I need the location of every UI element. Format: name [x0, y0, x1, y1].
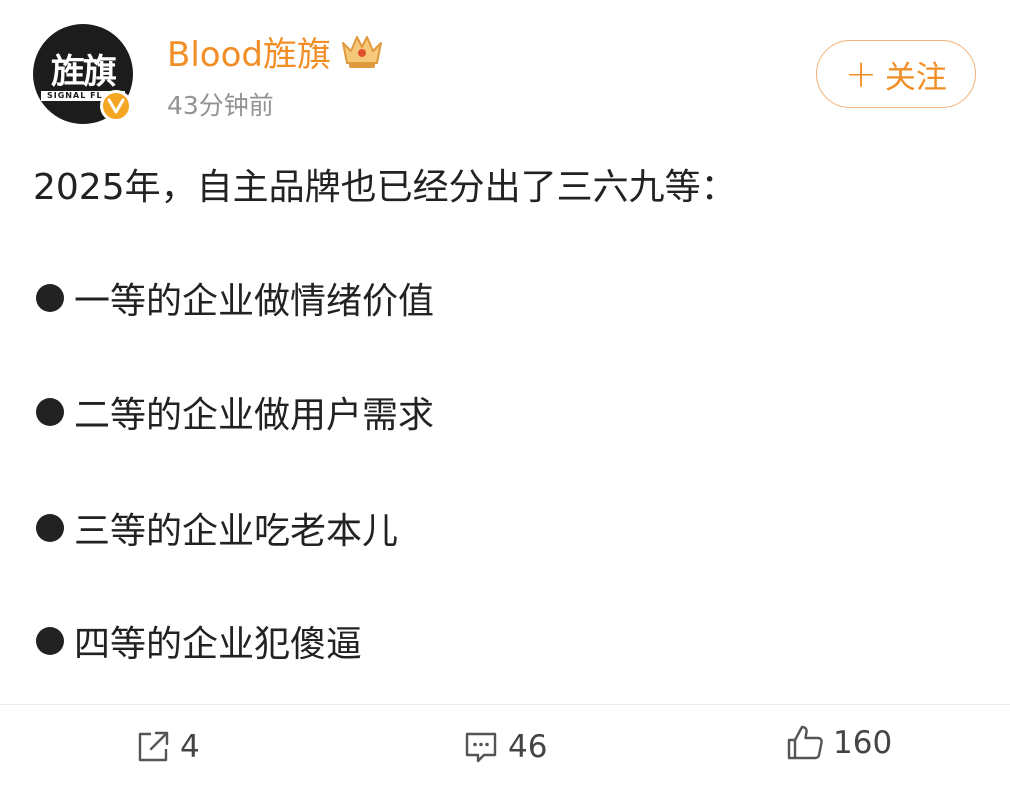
follow-button[interactable]: + 关注 [816, 40, 976, 108]
repost-count: 4 [180, 729, 200, 765]
bullet-dot [36, 627, 64, 655]
avatar-logo-text: 旌旗 [51, 52, 117, 92]
list-item-text: 二等的企业做用户需求 [74, 395, 435, 436]
bullet-dot [36, 514, 64, 542]
crown-icon [339, 31, 385, 71]
verified-badge-icon [100, 90, 132, 122]
plus-icon: + [845, 52, 877, 96]
username-row: Blood旌旗 [167, 27, 385, 75]
share-icon [134, 728, 172, 766]
follow-label: 关注 [884, 59, 947, 96]
list-item: 一等的企业做情绪价值 [36, 272, 434, 324]
bullet-dot [36, 284, 64, 312]
list-item-text: 四等的企业犯傻逼 [74, 624, 363, 665]
list-item-text: 一等的企业做情绪价值 [74, 281, 435, 322]
repost-button[interactable]: 4 [134, 722, 200, 772]
weibo-post: 旌旗 SIGNAL FL Blood旌旗 43分钟前 + 关注 2025年，自主… [0, 0, 1010, 793]
post-intro: 2025年，自主品牌也已经分出了三六九等： [33, 167, 737, 208]
list-item-text: 三等的企业吃老本儿 [74, 511, 399, 552]
list-item: 四等的企业犯傻逼 [36, 615, 362, 667]
comment-count: 46 [508, 729, 548, 765]
comment-icon [462, 728, 500, 766]
thumbs-up-icon [785, 723, 825, 763]
list-item: 三等的企业吃老本儿 [36, 502, 398, 554]
comment-button[interactable]: 46 [462, 722, 547, 772]
post-timestamp: 43分钟前 [167, 91, 274, 120]
like-button[interactable]: 160 [785, 718, 892, 768]
list-item: 二等的企业做用户需求 [36, 386, 434, 438]
username[interactable]: Blood旌旗 [167, 27, 331, 76]
divider [0, 704, 1010, 705]
like-count: 160 [833, 725, 893, 761]
bullet-dot [36, 398, 64, 426]
